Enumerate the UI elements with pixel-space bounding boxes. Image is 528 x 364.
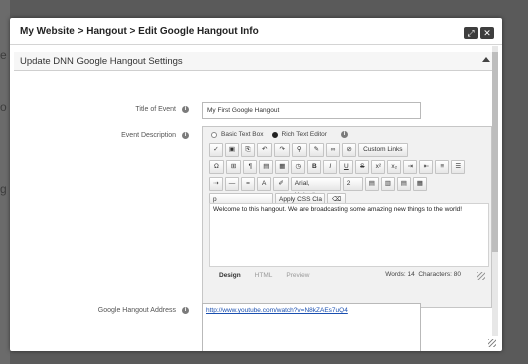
subscript-button[interactable]: x₂: [387, 160, 402, 174]
hyperlink-icon[interactable]: ∞: [326, 143, 341, 157]
rich-mode-label[interactable]: Rich Text Editor: [282, 131, 327, 138]
horizontal-rule-icon[interactable]: —: [225, 177, 239, 191]
undo-icon[interactable]: ↶: [257, 143, 273, 157]
special-char-icon[interactable]: Ω: [209, 160, 224, 174]
address-label: Google Hangout Address: [97, 307, 176, 314]
clock-icon[interactable]: ◷: [291, 160, 306, 174]
hr-icon[interactable]: =: [241, 177, 255, 191]
unlink-icon[interactable]: ⊘: [342, 143, 357, 157]
scrollbar-thumb[interactable]: [492, 52, 498, 252]
basic-mode-label[interactable]: Basic Text Box: [221, 131, 264, 138]
highlight-color-icon[interactable]: ✐: [273, 177, 289, 191]
help-icon[interactable]: i: [340, 131, 348, 138]
superscript-button[interactable]: x²: [371, 160, 386, 174]
spellcheck-icon[interactable]: ✓: [209, 143, 223, 157]
collapse-caret-icon[interactable]: [482, 57, 490, 62]
address-textarea[interactable]: http://www.youtube.com/watch?v=N8kZAEs7u…: [202, 303, 421, 351]
table-icon[interactable]: ⊞: [225, 160, 242, 174]
help-icon[interactable]: i: [182, 106, 189, 113]
font-name-select[interactable]: Arial, Helvetica: [290, 177, 341, 199]
rich-text-editor: Basic Text Box Rich Text Editor i ✓ ▣ ⎘ …: [202, 126, 492, 308]
word-count: Words: 14 Characters: 80: [385, 271, 461, 278]
section-header[interactable]: Update DNN Google Hangout Settings: [14, 52, 492, 71]
toolbar-row-3: ⇢ — = A ✐ Arial, Helvetica 2 ▤ ▥ ▤ ▦: [209, 177, 427, 199]
editor-footer: Design HTML Preview Words: 14 Characters…: [209, 268, 489, 282]
save-icon[interactable]: ▣: [225, 143, 239, 157]
dialog-resize-grip-icon[interactable]: [488, 339, 496, 347]
tab-preview[interactable]: Preview: [286, 272, 309, 279]
characters-count: Characters: 80: [418, 271, 461, 278]
backdrop-glyph: e: [0, 48, 7, 62]
font-size-select[interactable]: 2: [342, 177, 363, 191]
vertical-scrollbar[interactable]: [492, 46, 498, 336]
title-input[interactable]: My First Google Hangout: [202, 102, 421, 119]
paste-icon[interactable]: ⎘: [241, 143, 255, 157]
format-icon[interactable]: ✎: [308, 143, 325, 157]
link-manager-icon[interactable]: ⚲: [291, 143, 307, 157]
toolbar-row-1: ✓ ▣ ⎘ ↶ ↷ ⚲ ✎ ∞ ⊘ Custom Links: [209, 143, 408, 157]
editor-mode-switch: Basic Text Box Rich Text Editor i: [211, 131, 348, 138]
dialog-content: Update DNN Google Hangout Settings Title…: [10, 46, 492, 351]
page-backdrop: e o g: [0, 0, 10, 364]
strike-button[interactable]: S: [355, 160, 370, 174]
numbered-list-icon[interactable]: ≡: [435, 160, 450, 174]
redo-icon[interactable]: ↷: [274, 143, 290, 157]
align-left-icon[interactable]: ▤: [364, 177, 379, 191]
basic-mode-radio[interactable]: [211, 131, 217, 138]
help-icon[interactable]: i: [182, 307, 189, 314]
backdrop-glyph: o: [0, 100, 7, 114]
dialog-title: My Website > Hangout > Edit Google Hango…: [20, 26, 259, 37]
justify-icon[interactable]: ▦: [412, 177, 427, 191]
help-icon[interactable]: i: [182, 132, 189, 139]
custom-links-button[interactable]: Custom Links: [358, 143, 408, 157]
italic-button[interactable]: I: [323, 160, 338, 174]
resize-grip-icon[interactable]: [477, 272, 485, 280]
words-count: Words: 14: [385, 271, 415, 278]
font-color-button[interactable]: A: [257, 177, 272, 191]
window-controls: ⤢ ✕: [464, 27, 494, 39]
tab-design[interactable]: Design: [219, 272, 241, 279]
title-label: Title of Event: [135, 106, 176, 113]
align-center-icon[interactable]: ▥: [380, 177, 395, 191]
maximize-icon[interactable]: ⤢: [464, 27, 478, 39]
bold-button[interactable]: B: [307, 160, 322, 174]
edit-dialog: My Website > Hangout > Edit Google Hango…: [10, 18, 502, 351]
close-icon[interactable]: ✕: [480, 27, 494, 39]
bullet-list-icon[interactable]: ☰: [451, 160, 466, 174]
address-link[interactable]: http://www.youtube.com/watch?v=N8kZAEs7u…: [206, 307, 348, 314]
title-divider: [10, 44, 502, 45]
text-direction-icon[interactable]: ⇢: [209, 177, 223, 191]
outdent-icon[interactable]: ⇤: [419, 160, 434, 174]
align-right-icon[interactable]: ▤: [396, 177, 411, 191]
image-icon[interactable]: ▤: [259, 160, 274, 174]
media-icon[interactable]: ▦: [275, 160, 290, 174]
underline-button[interactable]: U: [339, 160, 354, 174]
indent-icon[interactable]: ⇥: [403, 160, 418, 174]
section-title: Update DNN Google Hangout Settings: [20, 56, 183, 67]
toolbar-row-2: Ω ⊞ ¶ ▤ ▦ ◷ B I U S x² x₂ ⇥ ⇤ ≡ ☰: [209, 160, 466, 174]
rich-mode-radio[interactable]: [271, 131, 278, 138]
editor-content[interactable]: Welcome to this hangout. We are broadcas…: [209, 203, 489, 267]
description-label: Event Description: [121, 132, 176, 139]
tab-html[interactable]: HTML: [255, 272, 273, 279]
paragraph-icon[interactable]: ¶: [243, 160, 258, 174]
backdrop-glyph: g: [0, 182, 7, 196]
